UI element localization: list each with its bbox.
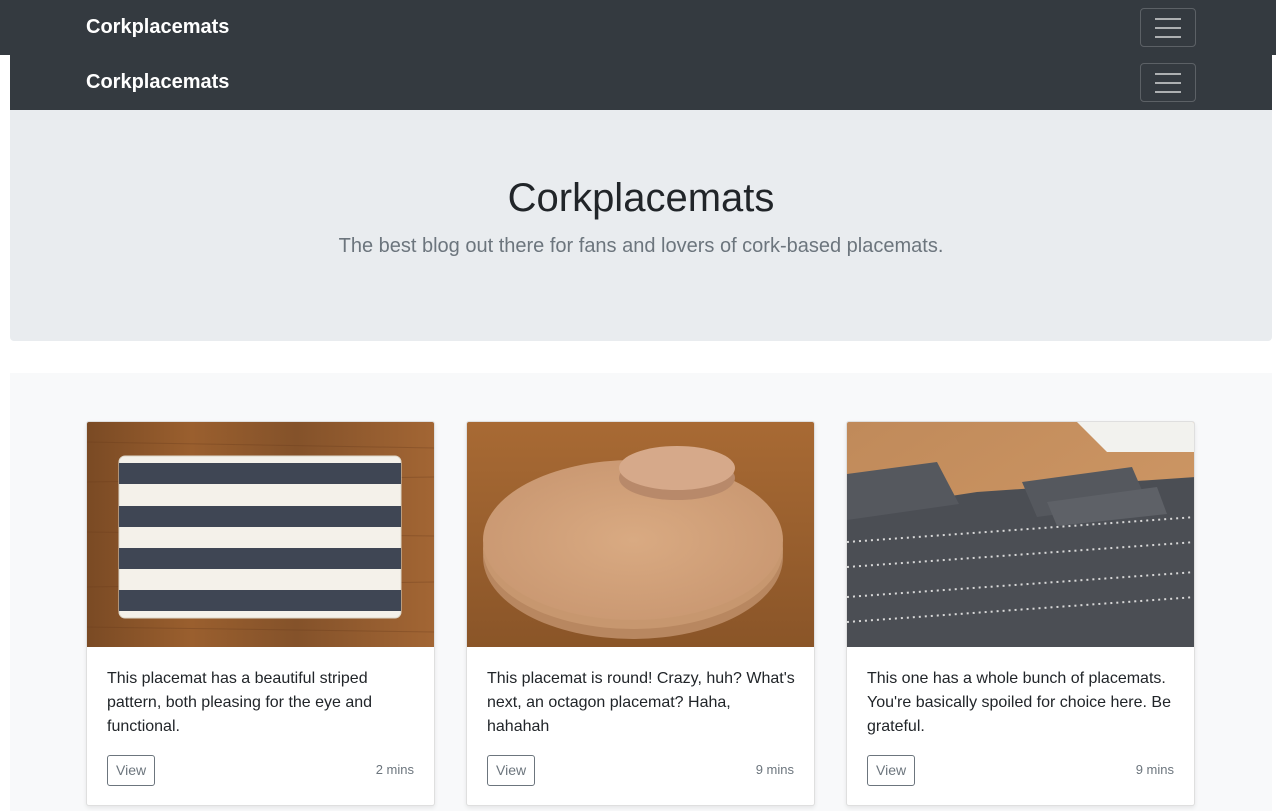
read-time: 2 mins [375, 762, 414, 777]
brand-link[interactable]: Corkplacemats [86, 55, 229, 110]
hero-jumbotron: Corkplacemats The best blog out there fo… [10, 110, 1272, 341]
patterned-placemat-set-image[interactable] [847, 422, 1194, 647]
view-button[interactable]: View [867, 755, 916, 786]
hamburger-icon [1155, 17, 1181, 20]
card-round-placemat: This placemat is round! Crazy, huh? What… [466, 421, 815, 806]
hero-title: Corkplacemats [507, 176, 775, 220]
hamburger-icon-line [1155, 90, 1181, 93]
hamburger-icon-line [1155, 26, 1181, 29]
card-text: This placemat is round! Crazy, huh? What… [487, 670, 795, 735]
brand-link[interactable]: Corkplacemats [86, 0, 229, 55]
round-cork-placemat-image[interactable] [467, 422, 814, 647]
hamburger-icon-line [1155, 35, 1181, 38]
card-album: This placemat has a beautiful striped pa… [10, 373, 1272, 811]
card-text: This one has a whole bunch of placemats.… [867, 670, 1171, 735]
navbar-toggler-button[interactable] [1140, 8, 1196, 47]
card-placemat-set: This one has a whole bunch of placemats.… [846, 421, 1195, 806]
view-button[interactable]: View [107, 755, 156, 786]
hamburger-icon [1155, 72, 1181, 75]
read-time: 9 mins [1135, 762, 1174, 777]
view-button[interactable]: View [487, 755, 536, 786]
striped-placemat-image[interactable] [87, 422, 434, 647]
navbar-toggler-button[interactable] [1140, 63, 1196, 102]
card-text: This placemat has a beautiful striped pa… [107, 670, 373, 735]
card-striped-placemat: This placemat has a beautiful striped pa… [86, 421, 435, 806]
hamburger-icon-line [1155, 81, 1181, 84]
read-time: 9 mins [755, 762, 794, 777]
hero-subtitle: The best blog out there for fans and lov… [338, 235, 944, 257]
sticky-navbar: Corkplacemats [10, 55, 1272, 110]
top-navbar: Corkplacemats [0, 0, 1276, 55]
